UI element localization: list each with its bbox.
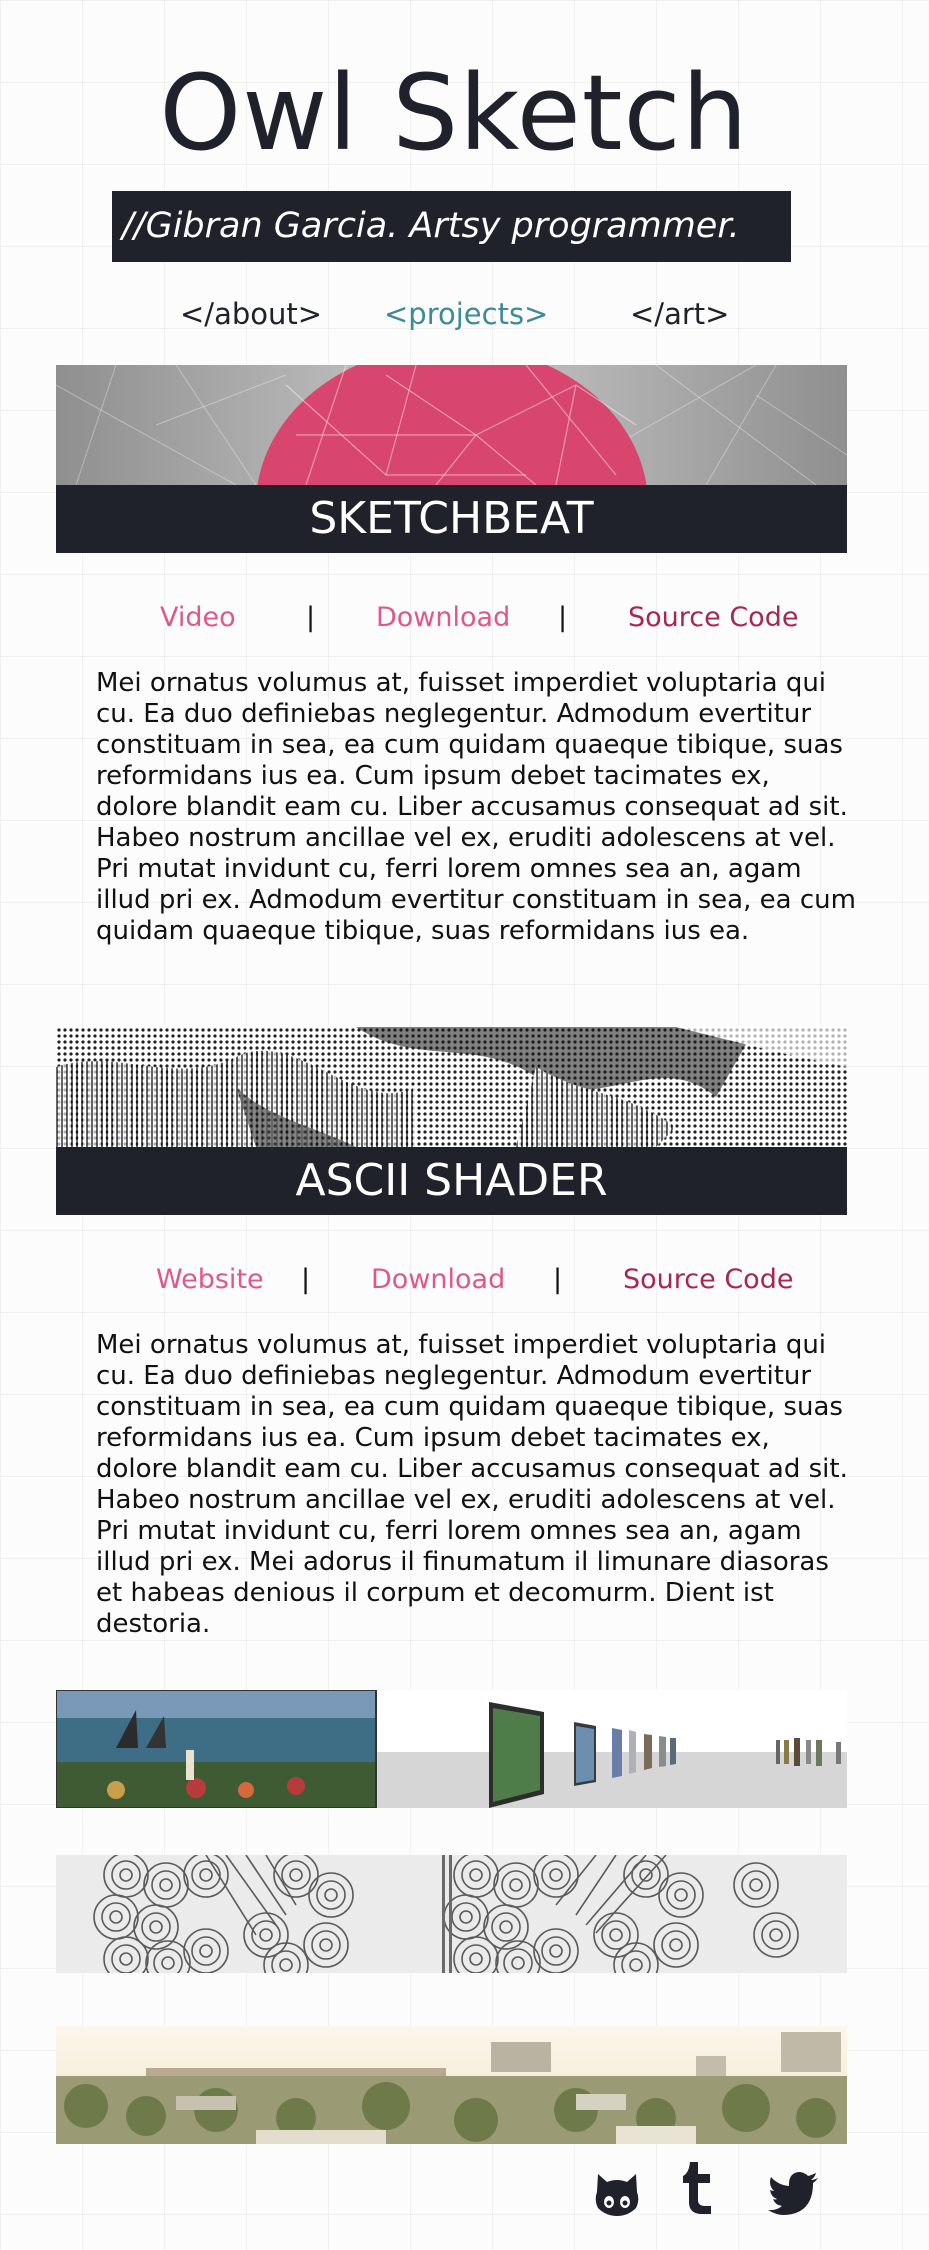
- twitter-icon[interactable]: [768, 2172, 820, 2220]
- tumblr-icon[interactable]: [678, 2160, 718, 2220]
- video-link[interactable]: Video: [160, 600, 236, 636]
- nav-item-about[interactable]: </about>: [180, 294, 322, 334]
- github-icon-glyph: [595, 2174, 639, 2216]
- circles-pattern-art: [56, 1855, 847, 1973]
- link-separator: |: [553, 1264, 563, 1295]
- project-banner-sketchbeat[interactable]: SKETCHBEAT: [56, 365, 847, 553]
- project-banner-ascii-shader[interactable]: ASCII SHADER: [56, 1027, 847, 1215]
- source-code-link[interactable]: Source Code: [628, 600, 798, 636]
- tumblr-icon-glyph: [683, 2162, 711, 2214]
- github-icon[interactable]: [592, 2170, 642, 2224]
- link-separator: |: [301, 1264, 311, 1295]
- city-skyline-thumbnail[interactable]: [56, 2026, 847, 2144]
- project-title: ASCII SHADER: [56, 1147, 847, 1215]
- city-skyline-art: [56, 2026, 847, 2144]
- download-link[interactable]: Download: [371, 1262, 505, 1298]
- twitter-icon-glyph: [768, 2172, 818, 2215]
- link-separator: |: [306, 602, 316, 633]
- gallery-thumbnail[interactable]: [56, 1690, 847, 1808]
- circles-pattern-thumbnail[interactable]: [56, 1855, 847, 1973]
- nav-item-projects[interactable]: <projects>: [384, 294, 548, 334]
- source-code-link[interactable]: Source Code: [623, 1262, 793, 1298]
- page: Owl Sketch //Gibran Garcia. Artsy progra…: [0, 0, 929, 2250]
- website-link[interactable]: Website: [156, 1262, 264, 1298]
- gallery-thumbnail-art: [56, 1690, 847, 1808]
- sketchbeat-banner-art: [56, 365, 847, 485]
- project-description: Mei ornatus volumus at, fuisset imperdie…: [96, 668, 856, 946]
- ascii-shader-banner-art: [56, 1027, 847, 1147]
- download-link[interactable]: Download: [376, 600, 510, 636]
- link-separator: |: [558, 602, 568, 633]
- tagline: //Gibran Garcia. Artsy programmer.: [112, 191, 791, 262]
- project-title: SKETCHBEAT: [56, 485, 847, 553]
- nav-item-art[interactable]: </art>: [630, 294, 729, 334]
- project-description: Mei ornatus volumus at, fuisset imperdie…: [96, 1330, 848, 1639]
- site-title: Owl Sketch: [159, 52, 749, 174]
